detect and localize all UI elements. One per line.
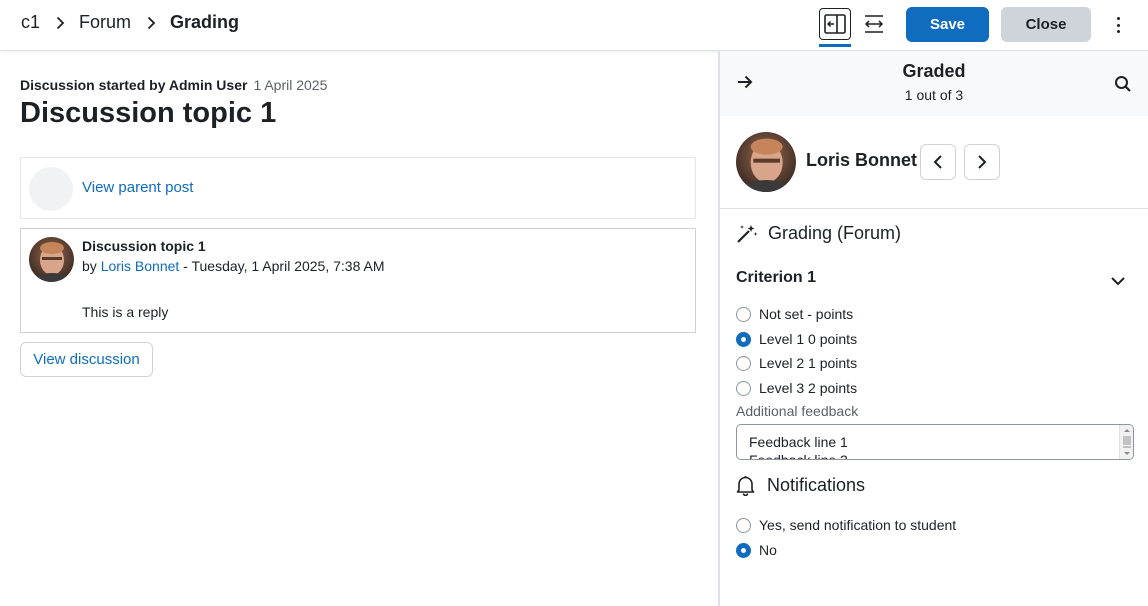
current-user-name: Loris Bonnet [806,150,917,170]
collapse-grader-panel-button[interactable] [819,8,851,40]
parent-post-card: View parent post [20,157,696,219]
breadcrumb: c1 Forum Grading [21,12,239,33]
radio-level-1[interactable] [736,331,751,347]
post-meta: by Loris Bonnet - Tuesday, 1 April 2025,… [82,258,385,274]
avatar[interactable] [29,237,74,282]
level-option-not-set[interactable]: Not set - points [736,306,853,322]
started-by-text: Discussion started by Admin User [20,77,248,93]
by-prefix: by [82,258,97,274]
current-user-row: Loris Bonnet [720,116,1148,209]
level-label: Level 2 1 points [759,355,858,371]
next-user-button[interactable] [964,144,1000,180]
panel-collapse-icon [824,14,846,34]
save-button[interactable]: Save [906,7,989,42]
post-card: Discussion topic 1 by Loris Bonnet - Tue… [20,228,696,333]
post-body: This is a reply [82,304,169,320]
expand-panel-button[interactable] [858,8,890,40]
search-users-button[interactable] [1114,75,1132,98]
avatar-placeholder [29,167,73,211]
notifications-section-title: Notifications [736,475,865,496]
author-link[interactable]: Loris Bonnet [101,258,180,274]
chevron-down-icon [1111,277,1125,286]
close-button[interactable]: Close [1001,7,1091,42]
radio-notify-no[interactable] [736,542,751,558]
post-datetime: - Tuesday, 1 April 2025, 7:38 AM [179,258,385,274]
breadcrumb-course[interactable]: c1 [21,12,40,33]
user-photo-icon [29,237,74,282]
feedback-label: Additional feedback [736,403,859,419]
level-option-3[interactable]: Level 3 2 points [736,380,857,396]
notify-yes-option[interactable]: Yes, send notification to student [736,517,956,533]
chevron-right-icon [147,16,156,29]
notifications-title: Notifications [767,475,866,495]
discussion-started-by: Discussion started by Admin User 1 April … [20,77,327,93]
radio-not-set[interactable] [736,306,751,322]
view-parent-post-link[interactable]: View parent post [82,179,193,196]
level-label: Level 1 0 points [759,331,858,347]
chevron-right-icon [978,155,987,169]
avatar [736,132,796,192]
grading-panel: Graded 1 out of 3 Loris Bonnet Grading (… [718,51,1148,606]
feedback-value: Feedback line 1 Feedback line 2 [749,434,848,460]
radio-level-3[interactable] [736,380,751,396]
criterion-title: Criterion 1 [736,269,817,286]
level-label: Level 3 2 points [759,380,858,396]
started-date: 1 April 2025 [253,77,328,93]
magic-wand-icon [737,224,758,243]
notify-no-option[interactable]: No [736,542,777,558]
notify-label: Yes, send notification to student [759,517,957,533]
level-label: Not set - points [759,306,854,322]
discussion-content: Discussion started by Admin User 1 April … [0,51,718,606]
level-option-1[interactable]: Level 1 0 points [736,331,857,347]
page-title: Discussion topic 1 [20,97,277,129]
user-photo-icon [736,132,796,192]
notify-label: No [759,542,777,558]
scroll-arrows-icon [1123,429,1131,455]
grading-section-title: Grading (Forum) [736,223,901,244]
expand-horizontal-icon [864,15,884,33]
chevron-right-icon [56,16,65,29]
grading-status-header: Graded 1 out of 3 [720,51,1148,116]
radio-level-2[interactable] [736,355,751,371]
search-icon [1115,76,1131,92]
active-view-indicator [819,44,851,47]
view-discussion-button[interactable]: View discussion [20,342,153,377]
bell-icon [736,476,755,496]
breadcrumb-current: Grading [170,12,240,32]
grading-status-count: 1 out of 3 [904,87,964,103]
feedback-textarea[interactable]: Feedback line 1 Feedback line 2 [736,424,1134,460]
grading-title: Grading (Forum) [768,223,902,243]
radio-notify-yes[interactable] [736,517,751,533]
level-option-2[interactable]: Level 2 1 points [736,355,857,371]
more-options-icon[interactable] [1110,14,1126,36]
previous-user-button[interactable] [920,144,956,180]
post-title: Discussion topic 1 [82,238,206,254]
top-navbar: c1 Forum Grading Save Close [0,0,1148,51]
grading-status-title: Graded [902,61,966,81]
breadcrumb-forum[interactable]: Forum [79,12,131,33]
criterion-toggle[interactable] [1110,273,1126,291]
chevron-left-icon [933,155,942,169]
textarea-scrollbar[interactable] [1119,425,1133,459]
